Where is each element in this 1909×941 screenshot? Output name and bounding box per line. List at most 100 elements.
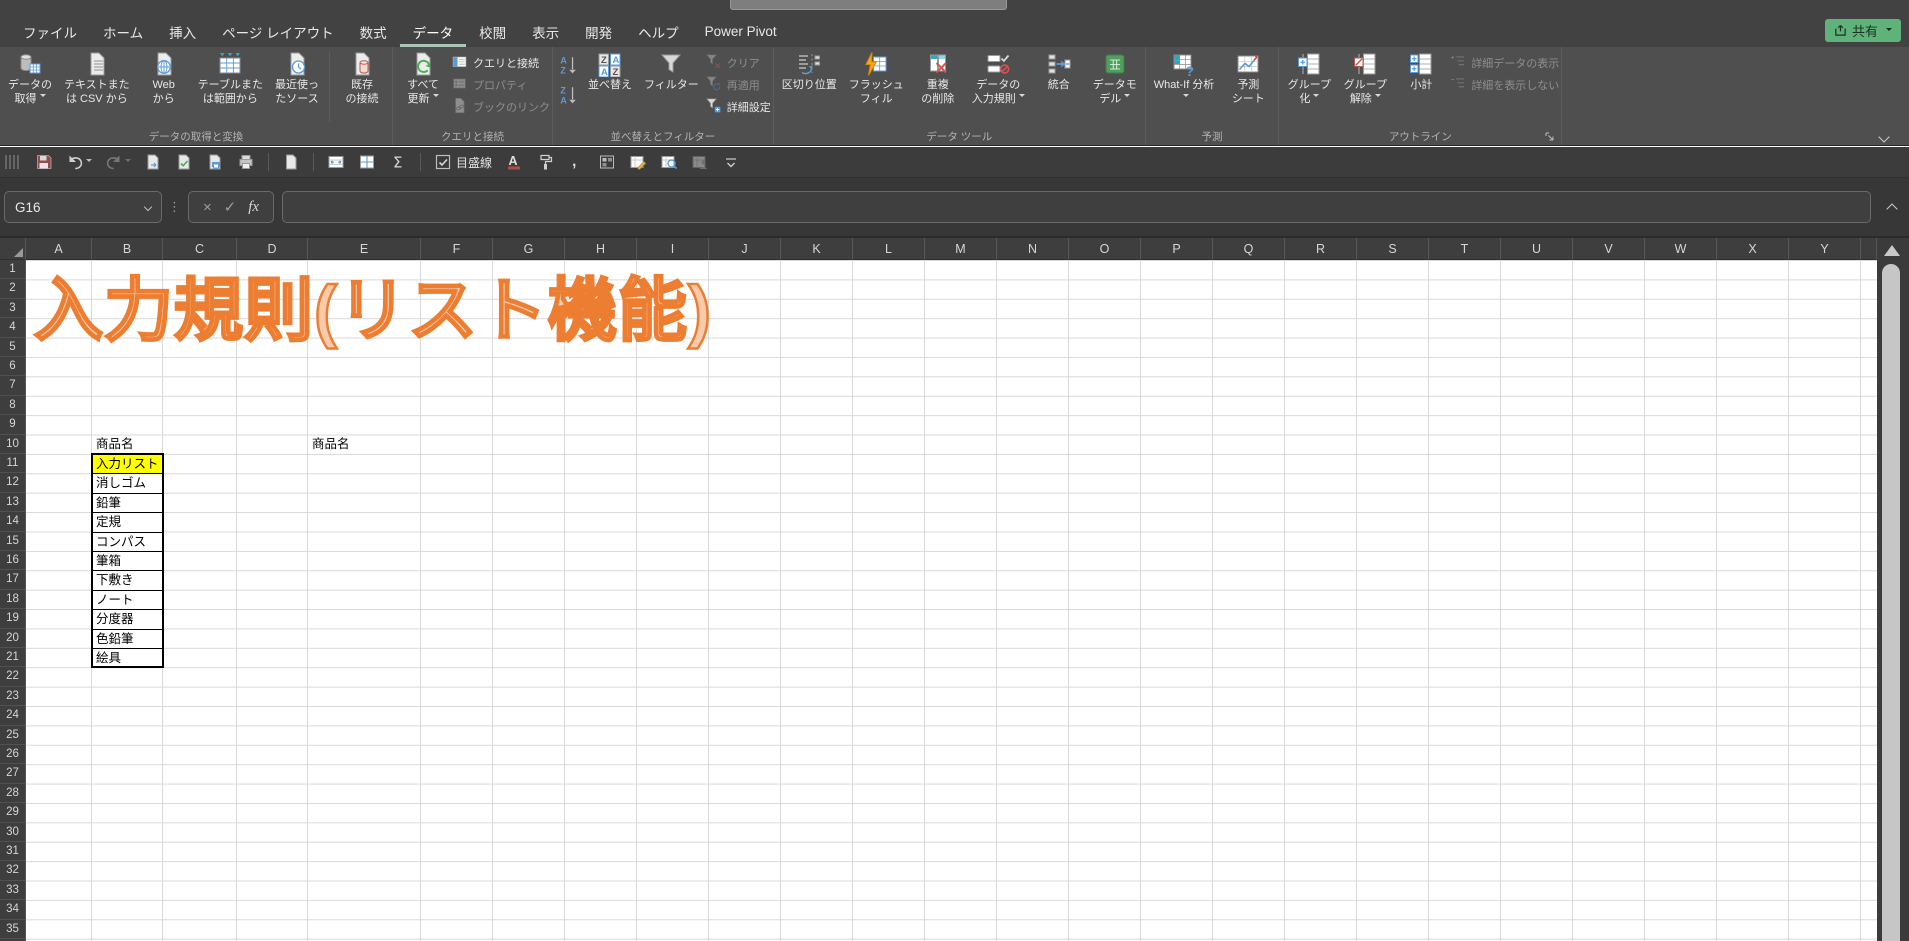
sort-button[interactable]: ZAAZ並べ替え	[582, 50, 638, 94]
recent-sources-button[interactable]: 最近使ったソース	[269, 50, 325, 107]
cell-styles-icon[interactable]	[598, 153, 616, 171]
row-header-17[interactable]: 17	[0, 570, 26, 589]
menu-tab-8[interactable]: 開発	[572, 16, 625, 47]
forecast-sheet-button[interactable]: 予測シート	[1220, 50, 1276, 107]
sort-ascending-button[interactable]: AZ	[558, 54, 579, 80]
save-icon[interactable]	[35, 153, 53, 171]
row-header-5[interactable]: 5	[0, 338, 26, 357]
row-header-3[interactable]: 3	[0, 299, 26, 318]
comma-style-icon[interactable]: ,	[567, 153, 585, 171]
page-setup-check-icon[interactable]	[175, 153, 193, 171]
row-header-9[interactable]: 9	[0, 415, 26, 434]
menu-tab-7[interactable]: 表示	[519, 16, 572, 47]
row-header-33[interactable]: 33	[0, 881, 26, 900]
redo-icon[interactable]	[105, 153, 131, 171]
row-header-8[interactable]: 8	[0, 396, 26, 415]
row-header-31[interactable]: 31	[0, 842, 26, 861]
vertical-scrollbar[interactable]	[1877, 238, 1909, 941]
row-header-26[interactable]: 26	[0, 745, 26, 764]
column-header-N[interactable]: N	[997, 238, 1069, 260]
column-header-X[interactable]: X	[1717, 238, 1789, 260]
insert-function-icon[interactable]: fx	[248, 199, 259, 216]
row-header-32[interactable]: 32	[0, 861, 26, 880]
formula-input[interactable]	[282, 191, 1871, 223]
menu-tab-9[interactable]: ヘルプ	[625, 16, 692, 47]
menu-tab-10[interactable]: Power Pivot	[692, 16, 790, 47]
show-detail-button[interactable]: 詳細データの表示	[1449, 53, 1559, 72]
table-search-icon[interactable]	[660, 153, 678, 171]
cell-B15[interactable]: コンパス	[93, 533, 162, 552]
advanced-filter-button[interactable]: 詳細設定	[705, 97, 771, 116]
column-header-S[interactable]: S	[1357, 238, 1429, 260]
from-text-csv-button[interactable]: テキストまたは CSV から	[58, 50, 136, 107]
cell-B17[interactable]: 下敷き	[93, 571, 162, 590]
properties-button[interactable]: プロパティ	[451, 75, 550, 94]
row-header-30[interactable]: 30	[0, 823, 26, 842]
font-color-icon[interactable]: A	[505, 153, 523, 171]
name-box[interactable]: G16	[4, 191, 162, 223]
row-header-23[interactable]: 23	[0, 687, 26, 706]
formula-bar-splitter[interactable]: ⋮	[168, 199, 182, 215]
gridlines-toggle-icon[interactable]: 目盛線	[434, 153, 492, 171]
menu-tab-0[interactable]: ファイル	[10, 16, 90, 47]
data-validation-button[interactable]: データの入力規則	[966, 50, 1031, 107]
cell-E10[interactable]: 商品名	[309, 435, 462, 454]
menu-tab-3[interactable]: ページ レイアウト	[209, 16, 346, 47]
wordart-title[interactable]: 入力規則(リスト機能)	[34, 254, 712, 354]
column-header-Y[interactable]: Y	[1789, 238, 1861, 260]
qat-overflow-icon[interactable]	[722, 153, 740, 171]
row-header-27[interactable]: 27	[0, 764, 26, 783]
column-header-M[interactable]: M	[925, 238, 997, 260]
scroll-up-icon[interactable]	[1884, 245, 1900, 256]
enter-icon[interactable]: ✓	[224, 198, 237, 216]
row-header-24[interactable]: 24	[0, 706, 26, 725]
row-header-11[interactable]: 11	[0, 454, 26, 473]
share-button[interactable]: 共有	[1825, 19, 1901, 42]
print-icon[interactable]	[237, 153, 255, 171]
cells-area[interactable]: 商品名商品名入力リスト消しゴム鉛筆定規コンパス筆箱下敷きノート分度器色鉛筆絵具	[26, 260, 1877, 941]
sort-descending-button[interactable]: ZA	[558, 84, 579, 110]
column-header-partial[interactable]	[1861, 238, 1877, 260]
row-header-4[interactable]: 4	[0, 318, 26, 337]
hide-detail-button[interactable]: 詳細を表示しない	[1449, 75, 1559, 94]
column-header-R[interactable]: R	[1285, 238, 1357, 260]
search-box-remnant[interactable]	[730, 0, 1007, 10]
menu-tab-6[interactable]: 校閲	[466, 16, 519, 47]
row-header-7[interactable]: 7	[0, 376, 26, 395]
scrollbar-thumb[interactable]	[1882, 264, 1900, 941]
cell-B16[interactable]: 筆箱	[93, 552, 162, 571]
collapse-ribbon-button[interactable]	[1880, 128, 1889, 137]
row-header-19[interactable]: 19	[0, 609, 26, 628]
reapply-filter-button[interactable]: 再適用	[705, 75, 771, 94]
text-to-columns-button[interactable]: 区切り位置	[776, 50, 843, 94]
select-all-corner[interactable]	[0, 238, 26, 260]
what-if-analysis-button[interactable]: ?What-If 分析	[1148, 50, 1221, 107]
menu-tab-5[interactable]: データ	[400, 16, 467, 47]
menu-tab-1[interactable]: ホーム	[90, 16, 156, 47]
autosum-icon[interactable]: Σ	[389, 153, 407, 171]
column-header-U[interactable]: U	[1501, 238, 1573, 260]
print-preview-icon[interactable]	[144, 153, 162, 171]
remove-duplicates-button[interactable]: 重複の削除	[910, 50, 966, 107]
get-data-button[interactable]: データの取得	[2, 50, 58, 107]
row-header-13[interactable]: 13	[0, 493, 26, 512]
menu-tab-4[interactable]: 数式	[347, 16, 400, 47]
refresh-all-button[interactable]: すべて更新	[395, 50, 451, 107]
clear-filter-button[interactable]: クリア	[705, 53, 771, 72]
group-button[interactable]: グループ化	[1281, 50, 1337, 107]
column-header-W[interactable]: W	[1645, 238, 1717, 260]
menu-tab-2[interactable]: 挿入	[156, 16, 209, 47]
row-header-28[interactable]: 28	[0, 784, 26, 803]
column-header-L[interactable]: L	[853, 238, 925, 260]
data-model-button[interactable]: データモデル	[1087, 50, 1143, 107]
expand-formula-bar-icon[interactable]	[1888, 200, 1896, 218]
column-header-V[interactable]: V	[1573, 238, 1645, 260]
queries-connections-button[interactable]: クエリと接続	[451, 53, 550, 72]
row-header-1[interactable]: 1	[0, 260, 26, 279]
filter-button[interactable]: フィルター	[638, 50, 705, 94]
column-header-Q[interactable]: Q	[1213, 238, 1285, 260]
subtotal-button[interactable]: 小計	[1393, 50, 1449, 94]
merge-cells-icon[interactable]	[327, 153, 345, 171]
validation-source-list[interactable]: 入力リスト消しゴム鉛筆定規コンパス筆箱下敷きノート分度器色鉛筆絵具	[91, 453, 164, 668]
row-header-15[interactable]: 15	[0, 532, 26, 551]
